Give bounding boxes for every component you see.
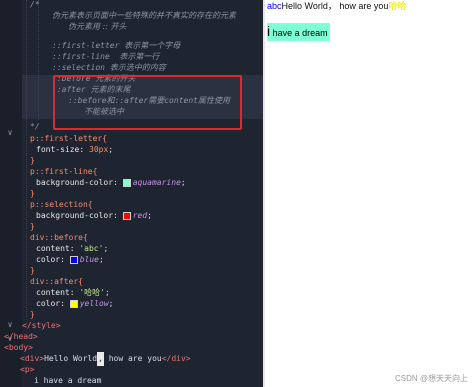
comment-text: 伪元素表示页面中一些特殊的并不真实的存在的元素 [52, 11, 236, 20]
html-tag: </div> [161, 354, 191, 363]
css-property: content: [36, 288, 75, 297]
css-selector: div::before{ [30, 233, 88, 242]
code-line[interactable]: <div>Hello World, how are you</div> [20, 352, 191, 366]
css-value: yellow [79, 299, 109, 308]
watermark: CSDN @想天天向上 [394, 374, 468, 383]
after-content: 哈哈 [388, 1, 407, 11]
comment-text: */ [30, 122, 40, 131]
highlight-annotation-box [53, 75, 242, 130]
brace: } [30, 222, 35, 231]
code-line[interactable]: /* [30, 0, 40, 12]
css-property: font-size: [36, 145, 85, 154]
brace: } [30, 156, 35, 165]
code-line[interactable]: background-color: red; [36, 209, 152, 223]
comment-text: 伪元素用 :: 开头 [68, 22, 127, 31]
browser-preview: abcHello World， how are you哈哈 i have a d… [265, 0, 474, 387]
html-text: how are you [103, 354, 162, 363]
color-swatch-icon[interactable] [69, 255, 78, 264]
code-line[interactable]: background-color: aquamarine; [36, 176, 186, 190]
css-value: 'abc' [79, 244, 104, 253]
code-line[interactable]: 伪元素用 :: 开头 [68, 20, 126, 34]
div-text: Hello World， how are you [281, 1, 389, 11]
css-property: content: [36, 244, 75, 253]
css-selector: p::first-line{ [30, 167, 98, 176]
code-line[interactable]: i have a dream [34, 374, 101, 387]
editor-gutter: ∨ ∨ ∨ [0, 0, 22, 387]
css-value: blue [79, 255, 99, 264]
html-tag: </head> [4, 332, 38, 341]
indent-guide [26, 0, 27, 320]
css-property: color: [36, 299, 65, 308]
indent-guide [38, 0, 39, 120]
code-line[interactable]: color: blue; [36, 253, 104, 267]
css-property: color: [36, 255, 65, 264]
css-value: red [132, 211, 148, 220]
comment-text: ::first-letter 表示第一个字母 [52, 41, 181, 50]
html-text: Hello World [44, 354, 98, 363]
code-line[interactable]: font-size: 30px; [36, 143, 113, 157]
css-selector: p::first-letter{ [30, 134, 108, 143]
html-tag: <p> [20, 365, 35, 374]
color-swatch-icon[interactable] [69, 299, 78, 308]
code-line[interactable]: <p> [20, 363, 34, 377]
text-selection: , [97, 352, 104, 366]
css-value: aquamarine [132, 178, 181, 187]
before-content: abc [267, 1, 282, 11]
css-value: '哈哈' [79, 288, 105, 297]
css-selector: p::selection{ [30, 200, 93, 209]
fold-icon[interactable]: ∨ [6, 320, 14, 330]
html-tag: <body> [4, 343, 33, 352]
comment-text: /* [30, 0, 40, 9]
preview-div[interactable]: abcHello World， how are you哈哈 [267, 0, 406, 12]
color-swatch-icon[interactable] [122, 211, 131, 220]
paragraph-text: have a dream [270, 28, 328, 38]
css-selector: div::after{ [30, 277, 83, 286]
color-swatch-icon[interactable] [122, 178, 131, 187]
css-property: background-color: [36, 178, 118, 187]
code-editor[interactable]: ∨ ∨ ∨ /* 伪元素表示页面中一些特殊的并不真实的存在的元素 伪元素用 ::… [0, 0, 263, 387]
brace: } [30, 266, 35, 275]
css-value: 30px [89, 145, 109, 154]
brace: } [30, 189, 35, 198]
comment-text: ::selection 表示选中的内容 [52, 63, 166, 72]
brace: } [30, 310, 35, 319]
preview-paragraph[interactable]: i have a dream [267, 23, 330, 41]
fold-icon[interactable]: ∨ [6, 128, 14, 138]
css-property: background-color: [36, 211, 118, 220]
html-text: i have a dream [34, 376, 102, 385]
html-tag: </style> [22, 321, 61, 330]
comment-text: ::first-line 表示第一行 [52, 52, 160, 61]
html-tag: <div> [20, 354, 45, 363]
code-line[interactable]: color: yellow; [36, 297, 113, 311]
